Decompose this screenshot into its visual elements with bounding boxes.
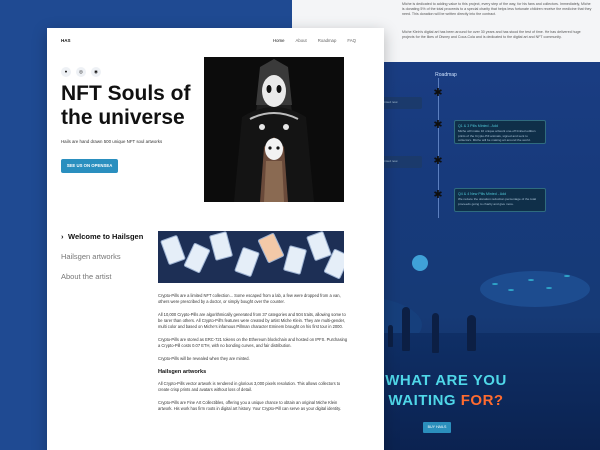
nft-card [306,231,332,262]
fish [492,283,498,285]
twitter-icon[interactable]: ● [61,67,71,77]
social-links: ● ◎ ◉ [61,67,101,77]
figure-silhouette [388,325,393,347]
welcome-paragraph: All 10,000 Crypto-Pills are algorithmica… [158,312,346,329]
nav-about[interactable]: About [295,38,306,43]
cta-heading-accent: FOR? [460,392,504,409]
fish [564,275,570,277]
nft-gallery-banner [158,231,344,283]
fish [508,289,514,291]
hero-artwork [204,57,344,202]
side-nav: › Welcome to Hailsgen Hailsgen artworks A… [61,232,143,292]
side-nav-artist[interactable]: About the artist [61,272,143,281]
nft-card [208,231,234,261]
github-icon[interactable]: ◉ [91,67,101,77]
landing-page-left: HAS Home About Roadmap FAQ ● ◎ ◉ NFT Sou… [47,28,384,450]
spider-icon: ✱ [433,189,443,201]
spider-icon: ✱ [433,87,443,99]
artworks-paragraph: Crypto-Pills are Fine Art Collectibles, … [158,400,341,411]
roadmap-card-text: Miche will make 10 unique artwork one-of… [458,129,536,142]
hooded-figure-illustration [204,57,344,202]
logo[interactable]: HAS [61,38,71,43]
nft-card [183,242,211,274]
nft-card [257,232,285,264]
side-nav-artworks[interactable]: Hailsgen artworks [61,252,143,261]
hero-title: NFT Souls of the universe [61,82,191,129]
fish [546,287,552,289]
about-paragraph: Miche Klein's digital art has been aroun… [402,30,581,39]
spider-icon: ✱ [433,119,443,131]
nft-card [160,234,186,266]
opensea-button[interactable]: SEE US ON OPENSEA [61,159,118,173]
moon [412,255,428,271]
figure-silhouette [467,315,476,351]
about-paragraph: Miche is dedicated to adding value to th… [402,2,592,16]
roadmap-card-text: We reduce the donation reduction percent… [458,197,537,206]
side-nav-label: Welcome to Hailsgen [68,232,144,241]
figure-silhouette [402,307,410,351]
instagram-icon[interactable]: ◎ [76,67,86,77]
nav-home[interactable]: Home [273,38,284,43]
chevron-right-icon: › [61,232,64,241]
roadmap-card: Q1 & 3 Pills Minted - Add Miche will mak… [454,120,546,144]
figure-silhouette [432,313,439,353]
artworks-paragraph: All Crypto-Pills vector artwork is rende… [158,381,341,392]
fish [528,279,534,281]
nav-roadmap[interactable]: Roadmap [318,38,337,43]
spider-icon: ✱ [433,155,443,167]
side-nav-welcome[interactable]: › Welcome to Hailsgen [61,232,143,241]
welcome-content: Crypto-Pills are a limited NFT collectio… [158,293,348,419]
island-shape [480,271,590,307]
nft-card [234,246,260,278]
artworks-heading: Hailsgen artworks [158,369,207,375]
nft-card [282,245,308,275]
nav-faq[interactable]: FAQ [347,38,356,43]
roadmap-card: Q4 & 4 New Pills Minted - Add We reduce … [454,188,546,212]
cta-heading-part: WAITING [388,392,461,409]
welcome-paragraph: Crypto-Pills will be revealed when they … [158,356,250,361]
welcome-paragraph: Crypto-Pills are a limited NFT collectio… [158,293,341,304]
buy-button[interactable]: BUY HAILS [423,422,451,433]
welcome-paragraph: Crypto-Pills are stored as ERC-721 token… [158,337,348,348]
top-nav: Home About Roadmap FAQ [273,38,356,43]
hero-subtitle: Hails are hand drawn 500 unique NFT soul… [61,139,163,144]
